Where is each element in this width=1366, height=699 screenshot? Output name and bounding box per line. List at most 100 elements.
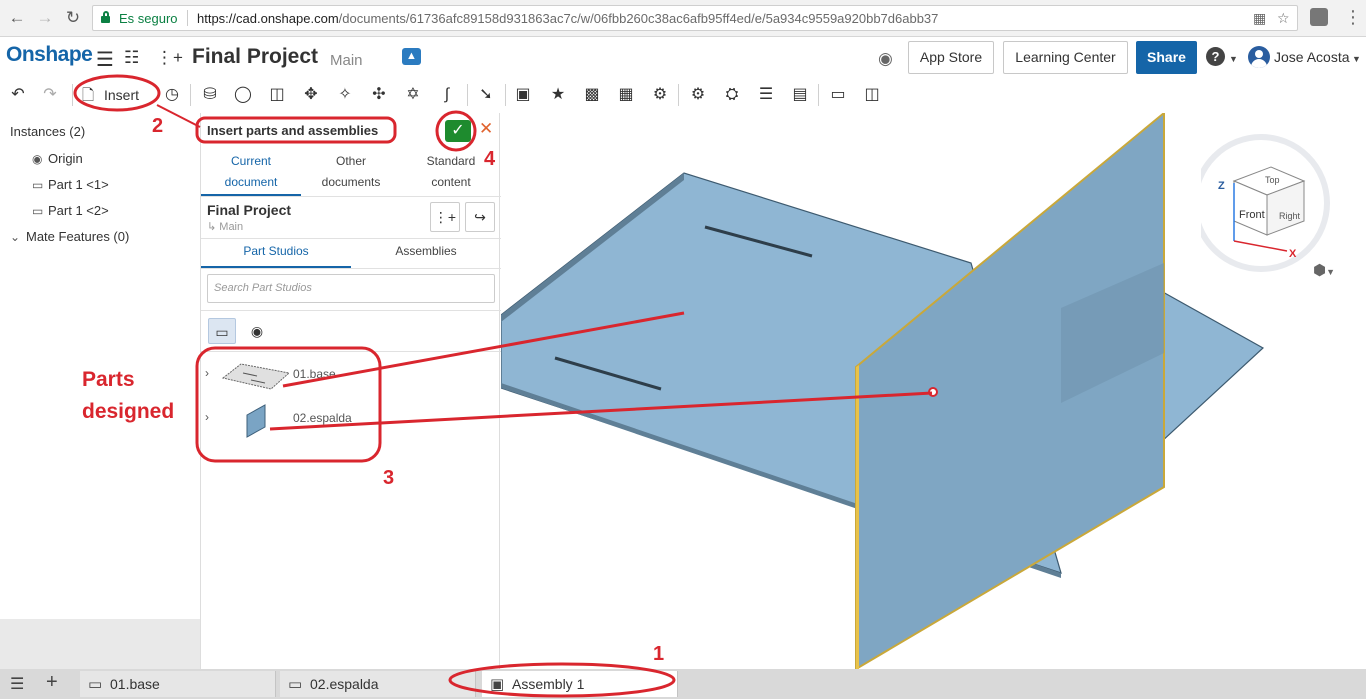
redo-icon[interactable]: ↷ bbox=[40, 85, 60, 105]
search-input[interactable]: Search Part Studios bbox=[207, 274, 495, 303]
tangent-mate-icon[interactable]: ⚙ bbox=[650, 85, 670, 105]
view-cube-top[interactable]: Top bbox=[1265, 175, 1280, 185]
avatar[interactable] bbox=[1248, 46, 1270, 68]
instance-origin[interactable]: ◉ Origin bbox=[32, 151, 83, 166]
accept-button[interactable]: ✓ bbox=[445, 120, 471, 142]
insert-dialog: Insert parts and assemblies ✓ ✕ Current d… bbox=[200, 113, 501, 669]
revolute-mate-icon[interactable]: ◯ bbox=[233, 85, 253, 105]
measure-icon[interactable]: ▭ bbox=[828, 85, 848, 105]
ball-mate-icon[interactable]: ✡ bbox=[403, 85, 423, 105]
origin-icon: ◉ bbox=[32, 152, 43, 166]
tab-standard-content[interactable]: Standard content bbox=[401, 151, 501, 193]
part-name: 02.espalda bbox=[293, 411, 352, 425]
pin-slot-mate-icon[interactable]: ✣ bbox=[369, 85, 389, 105]
replicate-icon[interactable]: ★ bbox=[548, 85, 568, 105]
project-name: Final Project bbox=[207, 202, 292, 218]
group-icon[interactable]: ▣ bbox=[513, 85, 533, 105]
hamburger-menu-icon[interactable]: ☰ bbox=[96, 47, 114, 72]
comments-icon[interactable]: ◉ bbox=[878, 49, 893, 69]
part-thumbnail-icon bbox=[221, 363, 291, 390]
slider-mate-icon[interactable]: ◫ bbox=[267, 85, 287, 105]
tutorial-icon[interactable]: ▲ bbox=[402, 48, 421, 65]
view-cube-front[interactable]: Front bbox=[1239, 209, 1265, 221]
tab-part-studios[interactable]: Part Studios bbox=[201, 244, 351, 258]
undo-icon[interactable]: ↶ bbox=[8, 85, 28, 105]
view-cube[interactable]: Top Front Right Z X bbox=[1201, 123, 1361, 283]
gear-relation-icon[interactable]: ⚙ bbox=[688, 85, 708, 105]
cylindrical-mate-icon[interactable]: ✧ bbox=[335, 85, 355, 105]
circular-pattern-icon[interactable]: ▦ bbox=[616, 85, 636, 105]
panel-background bbox=[0, 619, 200, 669]
project-branch: ↳ Main bbox=[207, 221, 244, 233]
lock-icon bbox=[101, 11, 110, 23]
list-item[interactable]: › 02.espalda bbox=[201, 399, 501, 439]
fastened-mate-icon[interactable]: ⛁ bbox=[200, 85, 220, 105]
back-arrow-icon[interactable]: ← bbox=[6, 7, 28, 29]
feature-list-icon[interactable]: ☷ bbox=[124, 48, 139, 68]
onshape-window: ← → ↻ Es seguro https://cad.onshape.com/… bbox=[0, 0, 1366, 699]
list-item[interactable]: › 01.base bbox=[201, 355, 501, 395]
tab-part-studio-base[interactable]: ▭ 01.base bbox=[80, 671, 276, 697]
planar-mate-icon[interactable]: ✥ bbox=[301, 85, 321, 105]
tab-assemblies[interactable]: Assemblies bbox=[351, 244, 501, 258]
app-store-button[interactable]: App Store bbox=[908, 41, 994, 74]
history-icon[interactable]: ◷ bbox=[162, 85, 182, 105]
back-panel[interactable] bbox=[855, 113, 1165, 669]
document-title[interactable]: Final Project bbox=[192, 45, 318, 69]
insert-mate-icon[interactable]: ⋮+ bbox=[156, 48, 183, 68]
add-tab-icon[interactable]: + bbox=[46, 671, 58, 694]
part-icon: ▭ bbox=[32, 204, 44, 218]
graphics-viewport[interactable]: Top Front Right Z X ⬢▼ bbox=[501, 113, 1366, 669]
mate-connector-icon[interactable]: ➘ bbox=[476, 85, 496, 105]
axis-z-label: Z bbox=[1218, 180, 1225, 192]
app-header: Onshape ☰ ☷ ⋮+ Final Project Main ▲ ◉ Ap… bbox=[0, 38, 1366, 78]
help-dropdown-icon[interactable]: ▼ bbox=[1229, 54, 1238, 64]
user-dropdown-icon[interactable]: ▼ bbox=[1352, 54, 1361, 64]
bookmark-star-icon[interactable]: ☆ bbox=[1277, 10, 1290, 27]
help-icon[interactable]: ? bbox=[1206, 47, 1225, 66]
tab-other-documents[interactable]: Other documents bbox=[301, 151, 401, 193]
display-mode-icon[interactable]: ⬢▼ bbox=[1313, 261, 1335, 279]
close-icon[interactable]: ✕ bbox=[479, 119, 493, 139]
view-cube-right[interactable]: Right bbox=[1279, 211, 1301, 221]
branch-button[interactable]: ↪ bbox=[465, 202, 495, 232]
insert-mate-button[interactable]: ⋮+ bbox=[430, 202, 460, 232]
tab-assembly[interactable]: ▣ Assembly 1 bbox=[482, 671, 678, 697]
selection-point[interactable] bbox=[928, 387, 938, 397]
part-studio-icon: ▭ bbox=[88, 676, 103, 693]
chevron-right-icon[interactable]: › bbox=[205, 366, 209, 380]
screw-relation-icon[interactable]: ☰ bbox=[756, 85, 776, 105]
instance-part-1[interactable]: ▭ Part 1 <1> bbox=[32, 177, 109, 192]
filter-parts-button[interactable]: ▭ bbox=[208, 318, 236, 344]
url-text[interactable]: https://cad.onshape.com/documents/61736a… bbox=[197, 11, 938, 26]
address-bar[interactable]: Es seguro https://cad.onshape.com/docume… bbox=[92, 5, 1298, 31]
insert-button[interactable]: 🗋 Insert bbox=[80, 82, 152, 108]
tab-part-studio-espalda[interactable]: ▭ 02.espalda bbox=[280, 671, 476, 697]
exploded-view-icon[interactable]: ◫ bbox=[862, 85, 882, 105]
parallel-mate-icon[interactable]: ∫ bbox=[437, 85, 457, 105]
user-name[interactable]: Jose Acosta bbox=[1274, 49, 1350, 65]
learning-center-button[interactable]: Learning Center bbox=[1003, 41, 1128, 74]
browser-menu-icon[interactable]: ⋮ bbox=[1344, 7, 1362, 27]
linear-relation-icon[interactable]: ▤ bbox=[790, 85, 810, 105]
instance-part-2[interactable]: ▭ Part 1 <2> bbox=[32, 203, 109, 218]
document-branch: Main bbox=[330, 52, 363, 69]
forward-arrow-icon[interactable]: → bbox=[34, 7, 56, 29]
share-button[interactable]: Share bbox=[1136, 41, 1197, 74]
reload-icon[interactable]: ↻ bbox=[62, 7, 84, 29]
extension-icon[interactable] bbox=[1310, 8, 1328, 26]
chevron-right-icon[interactable]: › bbox=[205, 410, 209, 424]
rack-pinion-icon[interactable]: ⛭ bbox=[722, 85, 742, 105]
dialog-title: Insert parts and assemblies bbox=[207, 123, 379, 138]
assembly-toolbar: ↶ ↷ 🗋 Insert ◷ ⛁ ◯ ◫ ✥ ✧ ✣ ✡ ∫ ➘ ▣ ★ ▩ ▦… bbox=[0, 78, 1366, 112]
filter-surfaces-button[interactable]: ◉ bbox=[243, 318, 271, 344]
tab-manager-icon[interactable]: ☰ bbox=[10, 674, 24, 694]
mate-features-folder[interactable]: ⌄ Mate Features (0) bbox=[10, 229, 129, 244]
tab-bar: ☰ + ▭ 01.base ▭ 02.espalda ▣ Assembly 1 bbox=[0, 669, 1366, 699]
instance-list: Instances (2) ◉ Origin ▭ Part 1 <1> ▭ Part … bbox=[0, 113, 200, 619]
tab-current-document[interactable]: Current document bbox=[201, 151, 301, 193]
instances-heading[interactable]: Instances (2) bbox=[10, 124, 85, 139]
onshape-logo[interactable]: Onshape bbox=[6, 43, 93, 67]
linear-pattern-icon[interactable]: ▩ bbox=[582, 85, 602, 105]
translate-icon[interactable]: ▦ bbox=[1253, 10, 1266, 27]
